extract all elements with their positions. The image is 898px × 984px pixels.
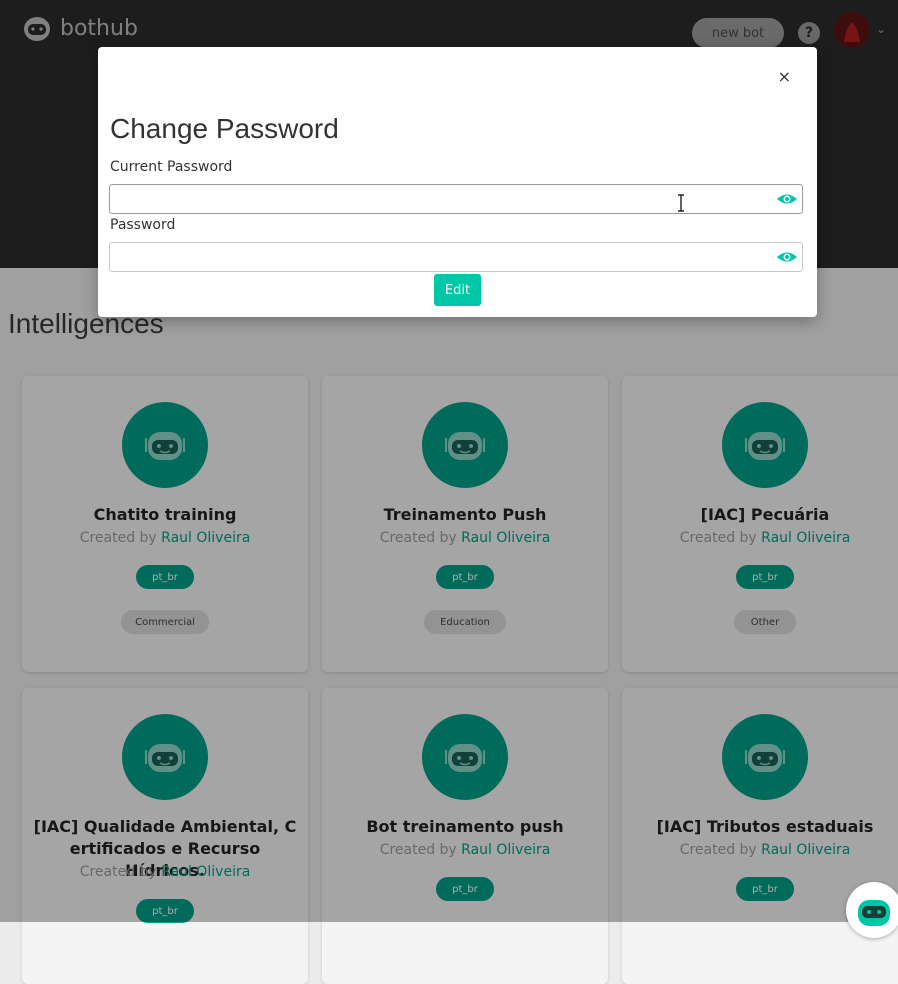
password-input[interactable] bbox=[116, 244, 760, 272]
eye-icon[interactable] bbox=[776, 248, 798, 266]
text-cursor-icon bbox=[678, 194, 684, 212]
password-label: Password bbox=[110, 217, 176, 233]
modal-title: Change Password bbox=[110, 113, 339, 144]
current-password-label: Current Password bbox=[110, 159, 233, 175]
chat-bot-icon[interactable] bbox=[846, 882, 898, 938]
current-password-field[interactable] bbox=[109, 184, 803, 214]
change-password-modal: × Change Password Current Password Passw… bbox=[98, 47, 817, 317]
close-icon[interactable]: × bbox=[778, 67, 791, 86]
eye-icon[interactable] bbox=[776, 190, 798, 208]
current-password-input[interactable] bbox=[116, 186, 760, 214]
password-field[interactable] bbox=[109, 242, 803, 272]
edit-button[interactable]: Edit bbox=[434, 274, 481, 306]
